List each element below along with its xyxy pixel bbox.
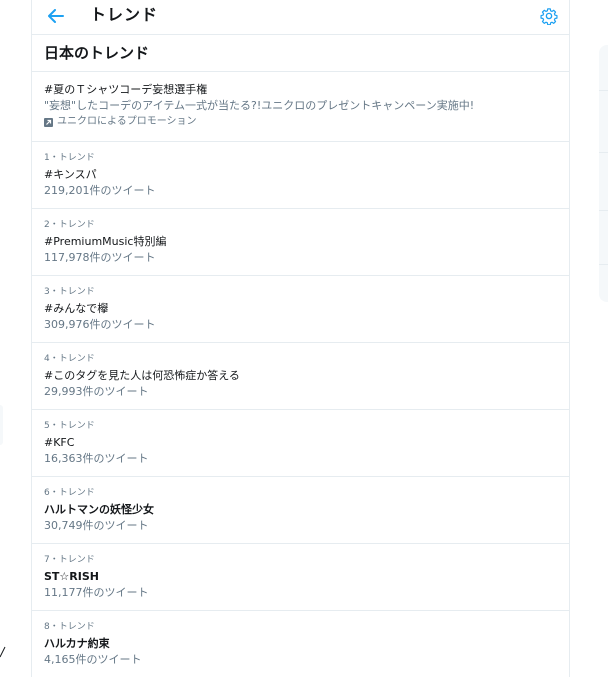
trend-tweet-count: 11,177件のツイート bbox=[44, 586, 149, 599]
trend-tweet-count: 30,749件のツイート bbox=[44, 519, 149, 532]
promoted-description: "妄想"したコーデのアイテム一式が当たる?!ユニクロのプレゼントキャンペーン実施… bbox=[44, 99, 475, 112]
edge-mark bbox=[0, 646, 6, 658]
trend-rank: 7・トレンド bbox=[44, 555, 95, 565]
trend-name: #PremiumMusic特別編 bbox=[44, 235, 167, 248]
sidebar-divider bbox=[599, 210, 608, 211]
trend-tweet-count: 117,978件のツイート bbox=[44, 251, 156, 264]
trend-tweet-count: 4,165件のツイート bbox=[44, 653, 142, 666]
promoted-by: ユニクロによるプロモーション bbox=[44, 114, 557, 130]
back-button[interactable] bbox=[45, 6, 67, 26]
trend-name: ST☆RISH bbox=[44, 570, 99, 583]
trend-rank: 1・トレンド bbox=[44, 153, 95, 163]
trend-rank: 4・トレンド bbox=[44, 354, 95, 364]
trend-item-2[interactable]: 2・トレンド #PremiumMusic特別編 117,978件のツイート bbox=[32, 209, 569, 276]
sidebar-divider bbox=[599, 264, 608, 265]
trend-rank: 3・トレンド bbox=[44, 287, 95, 297]
trend-name: #みんなで欅 bbox=[44, 302, 109, 315]
trend-rank: 6・トレンド bbox=[44, 488, 95, 498]
trend-rank: 8・トレンド bbox=[44, 622, 95, 632]
trend-item-4[interactable]: 4・トレンド #このタグを見た人は何恐怖症か答える 29,993件のツイート bbox=[32, 343, 569, 410]
settings-button[interactable] bbox=[539, 6, 559, 26]
trend-rank: 2・トレンド bbox=[44, 220, 95, 230]
section-title: 日本のトレンド bbox=[44, 44, 150, 62]
trend-name: #KFC bbox=[44, 436, 75, 449]
sidebar-divider bbox=[599, 90, 608, 91]
section-header: 日本のトレンド bbox=[32, 35, 569, 72]
main-column: トレンド 日本のトレンド #夏のＴシャツコーデ妄想選手権 "妄想"したコーデのア… bbox=[31, 0, 570, 677]
trend-tweet-count: 16,363件のツイート bbox=[44, 452, 149, 465]
trend-item-7[interactable]: 7・トレンド ST☆RISH 11,177件のツイート bbox=[32, 544, 569, 611]
page-header: トレンド bbox=[32, 0, 569, 35]
trend-tweet-count: 309,976件のツイート bbox=[44, 318, 156, 331]
trend-item-5[interactable]: 5・トレンド #KFC 16,363件のツイート bbox=[32, 410, 569, 477]
trend-name: #キンスパ bbox=[44, 168, 97, 181]
promoted-icon bbox=[44, 117, 53, 127]
trend-item-1[interactable]: 1・トレンド #キンスパ 219,201件のツイート bbox=[32, 142, 569, 209]
promoted-by-label: ユニクロによるプロモーション bbox=[57, 116, 197, 127]
left-sidebar-panel bbox=[0, 405, 3, 445]
trends-page: トレンド 日本のトレンド #夏のＴシャツコーデ妄想選手権 "妄想"したコーデのア… bbox=[0, 0, 608, 677]
arrow-left-icon bbox=[48, 9, 64, 23]
sidebar-divider bbox=[599, 152, 608, 153]
trend-tweet-count: 29,993件のツイート bbox=[44, 385, 149, 398]
trend-name: ハルトマンの妖怪少女 bbox=[44, 503, 154, 516]
trend-name: ハルカナ約束 bbox=[44, 637, 110, 650]
trend-item-8[interactable]: 8・トレンド ハルカナ約束 4,165件のツイート bbox=[32, 611, 569, 677]
trend-item-6[interactable]: 6・トレンド ハルトマンの妖怪少女 30,749件のツイート bbox=[32, 477, 569, 544]
trend-name: #このタグを見た人は何恐怖症か答える bbox=[44, 369, 240, 382]
trend-tweet-count: 219,201件のツイート bbox=[44, 184, 156, 197]
promoted-trend[interactable]: #夏のＴシャツコーデ妄想選手権 "妄想"したコーデのアイテム一式が当たる?!ユニ… bbox=[32, 72, 569, 142]
trend-item-3[interactable]: 3・トレンド #みんなで欅 309,976件のツイート bbox=[32, 276, 569, 343]
promoted-hashtag: #夏のＴシャツコーデ妄想選手権 bbox=[44, 83, 208, 96]
trend-rank: 5・トレンド bbox=[44, 421, 95, 431]
gear-icon bbox=[540, 8, 558, 25]
page-title: トレンド bbox=[90, 5, 159, 24]
